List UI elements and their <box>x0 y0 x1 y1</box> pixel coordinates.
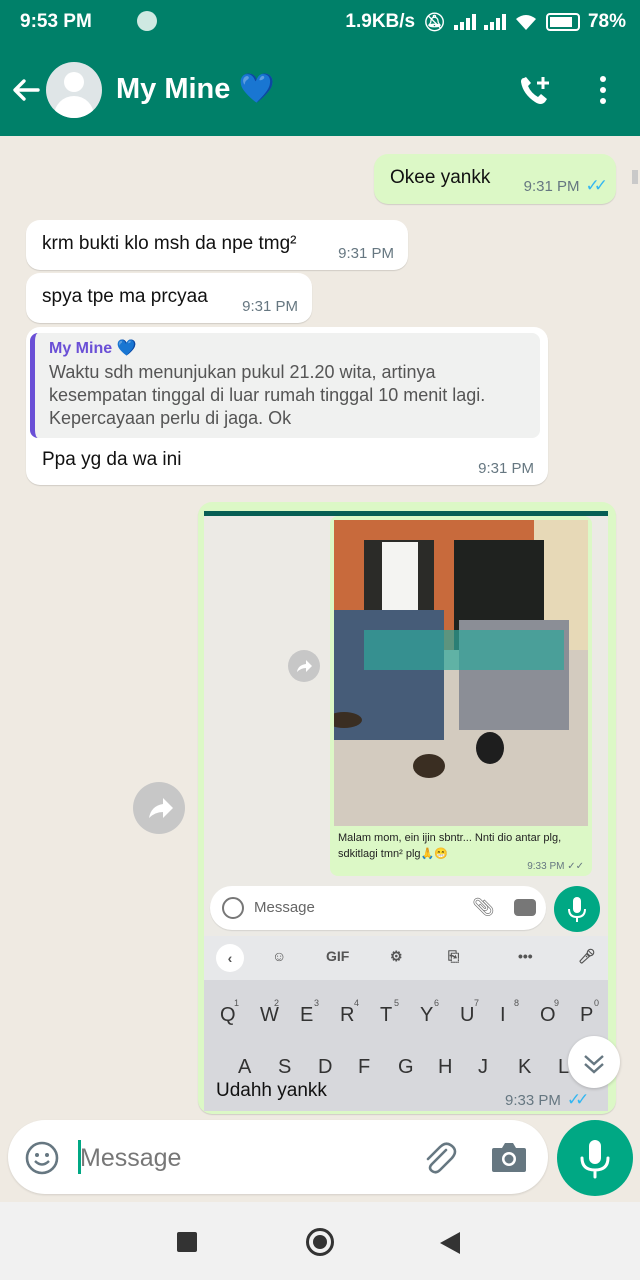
key-hint: 0 <box>594 998 600 1008</box>
key-j: J <box>478 1056 488 1078</box>
message-time: 9:31 PM <box>478 460 534 477</box>
back-arrow-icon[interactable] <box>10 74 42 106</box>
key-h: H <box>438 1056 453 1078</box>
volume-icon <box>137 11 157 31</box>
key-r: R <box>340 1004 355 1026</box>
attach-icon: 📎︎ <box>472 897 495 917</box>
key-hint: 5 <box>394 998 400 1008</box>
forward-icon <box>288 650 320 682</box>
key-p: P <box>580 1004 594 1026</box>
more-vert-icon[interactable] <box>596 76 610 106</box>
status-time: 9:53 PM <box>20 11 92 32</box>
key-hint: 8 <box>514 998 520 1008</box>
key-hint: 9 <box>554 998 560 1008</box>
key-i: I <box>500 1004 506 1026</box>
message-input[interactable]: Message <box>80 1144 181 1173</box>
network-speed: 1.9KB/s <box>345 11 416 32</box>
message-input-bar[interactable]: Message <box>8 1120 548 1194</box>
message-meta: 9:31 PM ✓✓ <box>523 176 608 196</box>
read-ticks-icon: ✓✓ <box>585 176 608 195</box>
signal-icon <box>453 14 476 30</box>
key-s: S <box>278 1056 292 1078</box>
translate-icon: ⎘ <box>448 948 460 964</box>
message-time: 9:31 PM <box>242 298 298 315</box>
message-incoming[interactable]: krm bukti klo msh da npe tmg² 9:31 PM <box>26 220 408 270</box>
key-k: K <box>518 1056 532 1078</box>
key-g: G <box>398 1056 414 1078</box>
status-bar: 9:53 PM 1.9KB/s 🔕︎ 78% <box>0 0 640 44</box>
image-message-bubble: Malam mom, ein ijin sbntr... Nnti dio an… <box>330 516 592 876</box>
key-hint: 7 <box>474 998 480 1008</box>
gif-label: GIF <box>326 948 350 964</box>
recent-apps-button[interactable] <box>177 1232 197 1252</box>
key-t: T <box>380 1004 393 1026</box>
key-f: F <box>358 1056 371 1078</box>
quoted-sender: My Mine 💙 <box>49 340 137 357</box>
quoted-message[interactable]: My Mine 💙 Waktu sdh menunjukan pukul 21.… <box>30 333 540 438</box>
home-button[interactable] <box>306 1228 334 1256</box>
embedded-input-placeholder: Message <box>254 899 315 916</box>
key-u: U <box>460 1004 475 1026</box>
key-hint: 1 <box>234 998 240 1008</box>
camera-icon <box>514 899 536 916</box>
image-caption: Malam mom, ein ijin sbntr... Nnti dio an… <box>338 832 562 860</box>
message-incoming[interactable]: spya tpe ma prcyaa 9:31 PM <box>26 273 312 323</box>
key-hint: 6 <box>434 998 440 1008</box>
key-a: A <box>238 1056 252 1078</box>
photo <box>334 520 588 826</box>
message-meta: 9:33 PM ✓✓ <box>505 1090 589 1110</box>
sticker-icon: ☺ <box>272 948 287 964</box>
message-time: 9:33 PM <box>505 1091 561 1109</box>
more-icon: ••• <box>518 948 533 964</box>
keyboard-toolbar: ‹ ☺ GIF ⚙ ⎘ ••• 🎤︎ <box>204 936 608 980</box>
message-meta: 9:31 PM <box>478 460 534 477</box>
battery-level: 78% <box>587 11 626 32</box>
message-text: Udahh yankk <box>216 1080 327 1101</box>
contact-name[interactable]: My Mine 💙 <box>116 72 275 106</box>
key-hint: 3 <box>314 998 320 1008</box>
scrollbar[interactable] <box>632 170 638 184</box>
key-d: D <box>318 1056 333 1078</box>
emoji-icon <box>222 897 244 919</box>
system-nav-bar <box>0 1202 640 1280</box>
keyboard-mic-icon: 🎤︎ <box>578 948 596 964</box>
message-meta: 9:31 PM <box>338 245 394 262</box>
quoted-text: Waktu sdh menunjukan pukul 21.20 wita, a… <box>49 362 486 428</box>
add-call-icon[interactable] <box>518 74 552 108</box>
key-e: E <box>300 1004 314 1026</box>
scroll-to-bottom-button[interactable] <box>568 1036 620 1088</box>
embedded-message-input: Message 📎︎ <box>210 886 546 930</box>
message-text: Ppa yg da wa ini <box>42 449 182 470</box>
message-meta: 9:31 PM <box>242 298 298 315</box>
mic-button[interactable] <box>557 1120 633 1196</box>
mic-icon <box>580 1140 610 1179</box>
back-button[interactable] <box>440 1232 460 1254</box>
camera-icon[interactable] <box>490 1140 528 1174</box>
key-hint: 4 <box>354 998 360 1008</box>
wifi-icon <box>515 15 536 30</box>
forward-icon[interactable] <box>133 782 185 834</box>
chat-header: My Mine 💙 <box>0 44 640 136</box>
chevron-left-icon: ‹ <box>216 944 244 972</box>
message-time: 9:31 PM <box>338 245 394 262</box>
embedded-mic-icon <box>554 886 600 932</box>
key-y: Y <box>420 1004 434 1026</box>
status-icons: 1.9KB/s 🔕︎ 78% <box>345 11 626 33</box>
battery-icon <box>545 13 580 31</box>
read-ticks-icon: ✓✓ <box>566 1090 589 1109</box>
mute-icon: 🔕︎ <box>423 11 446 32</box>
message-outgoing[interactable]: Okee yankk 9:31 PM ✓✓ <box>374 154 616 204</box>
attach-icon[interactable] <box>418 1138 458 1178</box>
message-time: 9:31 PM <box>523 177 580 195</box>
image-caption-time: 9:33 PM ✓✓ <box>527 861 584 872</box>
emoji-icon[interactable] <box>24 1140 60 1176</box>
settings-icon: ⚙ <box>390 948 403 964</box>
screenshot-image[interactable]: Malam mom, ein ijin sbntr... Nnti dio an… <box>204 511 608 1111</box>
message-incoming-reply[interactable]: My Mine 💙 Waktu sdh menunjukan pukul 21.… <box>26 327 548 485</box>
key-hint: 2 <box>274 998 280 1008</box>
avatar-icon[interactable] <box>46 62 102 118</box>
signal-icon-2 <box>483 14 506 30</box>
